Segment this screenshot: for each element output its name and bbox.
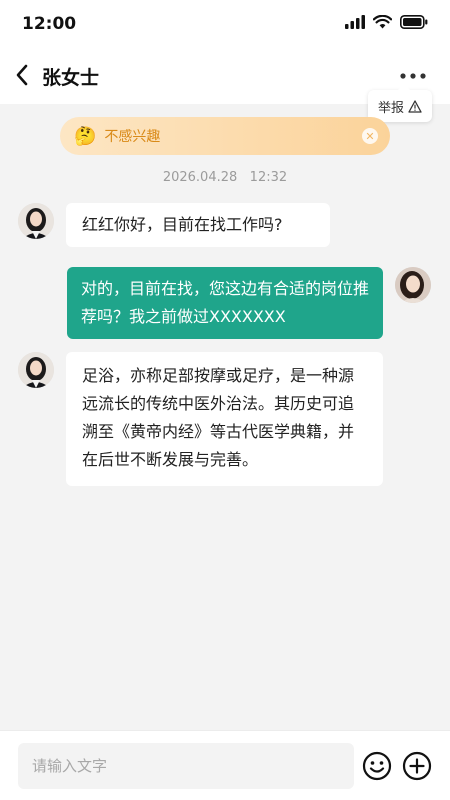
message-input[interactable] xyxy=(18,743,354,789)
avatar-recruiter[interactable] xyxy=(18,352,54,388)
close-icon[interactable]: ✕ xyxy=(362,128,378,144)
message-text: 红红你好，目前在找工作吗? xyxy=(82,215,283,234)
report-label: 举报 xyxy=(377,100,404,116)
more-icon[interactable] xyxy=(400,72,426,80)
not-interested-label: 不感兴趣 xyxy=(104,129,161,145)
thinking-emoji: 🤔 xyxy=(74,125,97,147)
message-text: 对的，目前在找，您这边有合适的岗位推荐吗？我之前做过XXXXXXX xyxy=(81,279,370,326)
signal-icon xyxy=(345,15,365,29)
message-bubble-sent: 对的，目前在找，您这边有合适的岗位推荐吗？我之前做过XXXXXXX xyxy=(67,267,383,339)
avatar-recruiter[interactable] xyxy=(18,203,54,239)
message-bubble-received: 红红你好，目前在找工作吗? xyxy=(66,203,330,247)
not-interested-banner[interactable]: 🤔 不感兴趣 ✕ xyxy=(60,117,390,155)
status-icons xyxy=(345,15,428,29)
emoji-icon[interactable] xyxy=(362,751,392,781)
message-timestamp: 2026.04.28 12:32 xyxy=(162,170,288,185)
avatar-user[interactable] xyxy=(395,267,431,303)
status-time: 12:00 xyxy=(22,14,77,34)
input-bar xyxy=(0,730,450,800)
contact-name: 张女士 xyxy=(42,67,100,89)
message-text: 足浴，亦称足部按摩或足疗，是一种源远流长的传统中医外治法。其历史可追溯至《黄帝内… xyxy=(82,366,355,469)
battery-icon xyxy=(400,15,428,29)
status-bar: 12:00 xyxy=(0,0,450,46)
message-bubble-received: 足浴，亦称足部按摩或足疗，是一种源远流长的传统中医外治法。其历史可追溯至《黄帝内… xyxy=(66,352,383,486)
plus-icon[interactable] xyxy=(402,751,432,781)
chat-screen: 12:00 张女士 举报 🤔 不感兴趣 ✕ 2026.04.28 12:32 红… xyxy=(0,0,450,800)
back-icon[interactable] xyxy=(12,62,34,88)
warning-icon xyxy=(408,99,422,113)
wifi-icon xyxy=(373,15,392,29)
